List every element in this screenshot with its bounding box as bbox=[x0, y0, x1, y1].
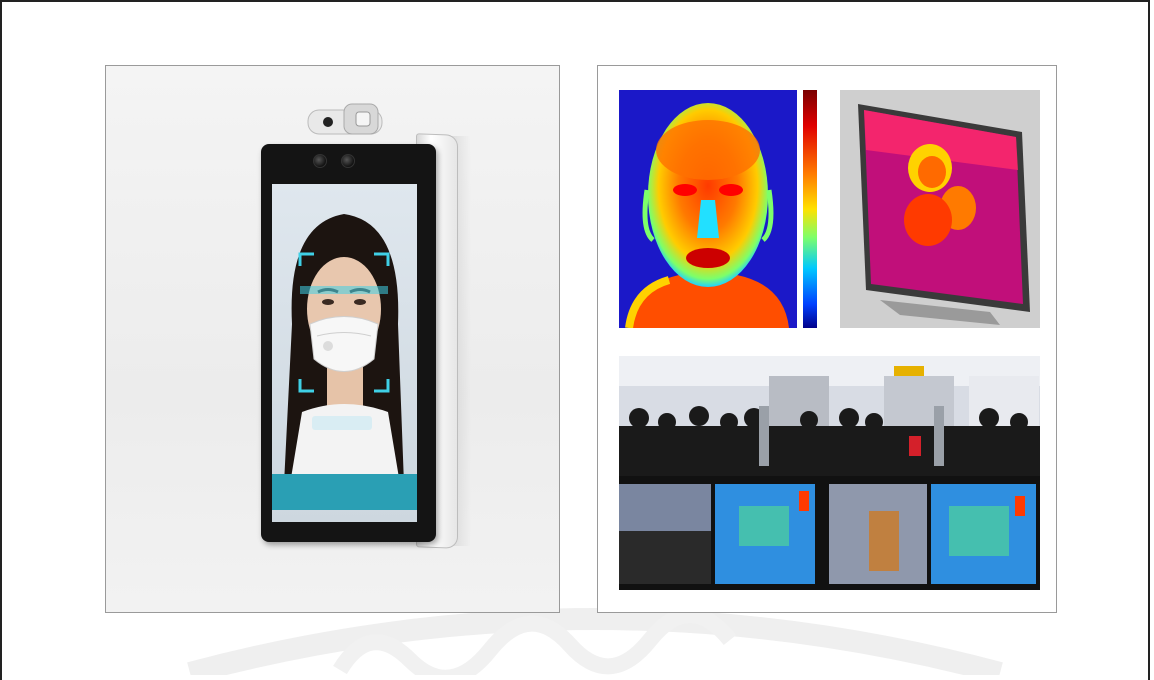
lens-right bbox=[341, 154, 355, 168]
crowd-screening-image bbox=[619, 356, 1040, 590]
kiosk-screen bbox=[272, 184, 417, 522]
masked-person bbox=[284, 214, 404, 484]
thermal-tablet-image bbox=[840, 90, 1040, 328]
temperature-banner bbox=[272, 474, 417, 510]
temperature-banner-line1 bbox=[272, 474, 417, 479]
kiosk-photo bbox=[105, 65, 560, 613]
temperature-colorbar bbox=[803, 90, 817, 328]
lens-left bbox=[313, 154, 327, 168]
thermal-collage bbox=[597, 65, 1057, 613]
thermal-face-image bbox=[619, 90, 797, 328]
camera-icon bbox=[307, 103, 383, 135]
kiosk-device bbox=[261, 144, 436, 542]
